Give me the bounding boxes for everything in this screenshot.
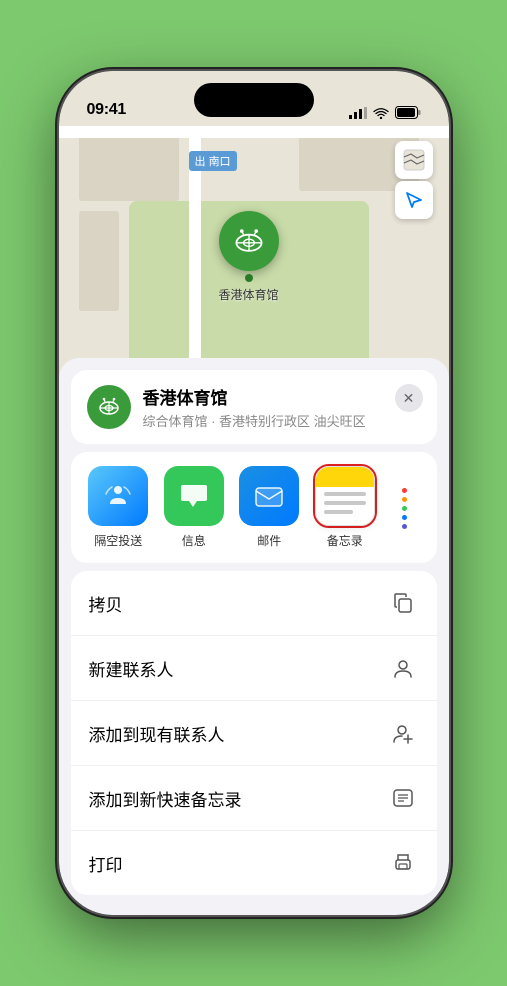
mail-icon (239, 466, 299, 526)
new-contact-icon (387, 652, 419, 684)
notes-highlight-border (315, 466, 375, 526)
stadium-card-icon (96, 394, 122, 420)
dot-orange (402, 497, 407, 502)
action-item-print[interactable]: 打印 (71, 831, 437, 895)
add-contact-label: 添加到现有联系人 (89, 721, 225, 746)
label-prefix: 出 (195, 156, 206, 168)
action-item-quick-note[interactable]: 添加到新快速备忘录 (71, 766, 437, 831)
messages-icon (164, 466, 224, 526)
messages-svg (177, 479, 211, 513)
battery-icon (395, 106, 421, 119)
copy-label: 拷贝 (89, 591, 123, 616)
map-pin[interactable]: 香港体育馆 (219, 211, 279, 303)
note-line-3 (324, 510, 353, 514)
mail-svg (252, 479, 286, 513)
pin-icon (219, 211, 279, 271)
airdrop-icon (88, 466, 148, 526)
map-button-group (395, 141, 433, 219)
status-icons (349, 106, 421, 119)
share-app-airdrop[interactable]: 隔空投送 (81, 466, 157, 549)
note-line-2 (324, 501, 366, 505)
dot-blue (402, 515, 407, 520)
share-app-messages[interactable]: 信息 (156, 466, 232, 549)
action-item-copy[interactable]: 拷贝 (71, 571, 437, 636)
location-arrow-icon (404, 190, 424, 210)
status-bar: 09:41 (59, 71, 449, 125)
notes-label: 备忘录 (327, 532, 363, 549)
quick-note-icon (387, 782, 419, 814)
note-line-1 (324, 492, 366, 496)
notes-icon (315, 466, 375, 526)
bottom-sheet: 香港体育馆 综合体育馆 · 香港特别行政区 油尖旺区 ✕ (59, 358, 449, 915)
wifi-icon (373, 107, 389, 119)
map-type-icon (403, 149, 425, 171)
location-button[interactable] (395, 181, 433, 219)
label-text: 南口 (209, 156, 231, 168)
status-time: 09:41 (87, 101, 126, 119)
action-item-add-contact[interactable]: 添加到现有联系人 (71, 701, 437, 766)
mail-label: 邮件 (257, 532, 281, 549)
close-button[interactable]: ✕ (395, 384, 423, 412)
add-contact-icon (387, 717, 419, 749)
action-item-new-contact[interactable]: 新建联系人 (71, 636, 437, 701)
print-icon (387, 847, 419, 879)
location-card-icon (87, 385, 131, 429)
pin-label: 香港体育馆 (219, 286, 279, 303)
share-app-mail[interactable]: 邮件 (232, 466, 308, 549)
dot-red (402, 488, 407, 493)
location-info: 香港体育馆 综合体育馆 · 香港特别行政区 油尖旺区 (143, 384, 421, 430)
airdrop-label: 隔空投送 (94, 532, 142, 549)
share-more-button[interactable] (383, 466, 427, 549)
new-contact-label: 新建联系人 (89, 656, 174, 681)
messages-label: 信息 (182, 532, 206, 549)
location-card: 香港体育馆 综合体育馆 · 香港特别行政区 油尖旺区 ✕ (71, 370, 437, 444)
dot-purple (402, 524, 407, 529)
location-name: 香港体育馆 (143, 384, 421, 409)
map-entrance-label: 出 南口 (189, 151, 237, 171)
location-description: 综合体育馆 · 香港特别行政区 油尖旺区 (143, 411, 421, 430)
phone-screen: 09:41 (59, 71, 449, 915)
stadium-svg-icon (231, 223, 267, 259)
print-label: 打印 (89, 851, 123, 876)
airdrop-svg (102, 480, 134, 512)
dot-green (402, 506, 407, 511)
copy-icon (387, 587, 419, 619)
share-app-notes[interactable]: 备忘录 (307, 466, 383, 549)
phone-frame: 09:41 (59, 71, 449, 915)
signal-icon (349, 107, 367, 119)
notes-lines (316, 470, 374, 522)
more-dots (402, 478, 407, 538)
action-list: 拷贝 新建联系人 (71, 571, 437, 895)
quick-note-label: 添加到新快速备忘录 (89, 786, 242, 811)
share-apps-row: 隔空投送 信息 (71, 452, 437, 563)
pin-dot (245, 274, 253, 282)
map-type-button[interactable] (395, 141, 433, 179)
